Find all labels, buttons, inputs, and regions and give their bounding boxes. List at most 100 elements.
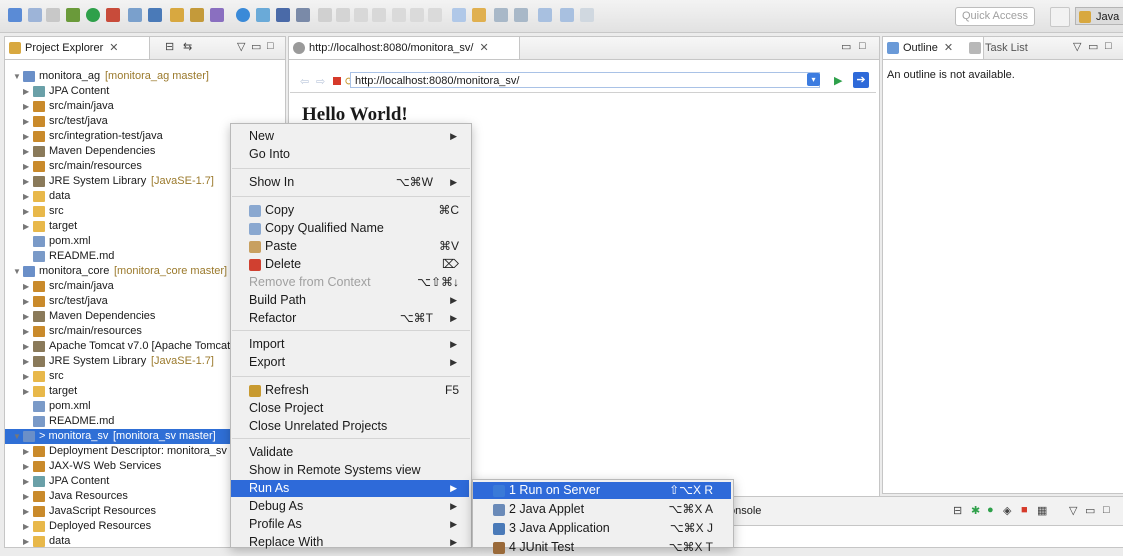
disconnect-icon[interactable] xyxy=(372,8,386,22)
expand-toggle-icon[interactable]: ▶ xyxy=(23,204,29,219)
terminate-icon[interactable] xyxy=(354,8,368,22)
menu-item-refactor[interactable]: Refactor ⌥⌘T ▶ xyxy=(231,310,469,327)
save-all-icon[interactable] xyxy=(46,8,60,22)
previous-annotation-icon[interactable] xyxy=(514,8,528,22)
pin-icon[interactable] xyxy=(296,8,310,22)
maximize-icon[interactable]: □ xyxy=(1105,40,1112,52)
minimize-icon[interactable]: ▭ xyxy=(251,40,261,53)
expand-toggle-icon[interactable]: ▶ xyxy=(23,219,29,234)
submenu-item-3-java-application[interactable]: 3 Java Application ⌥⌘X J xyxy=(473,520,731,537)
expand-toggle-icon[interactable]: ▼ xyxy=(13,69,21,84)
forward-icon[interactable]: ⇨ xyxy=(316,75,325,88)
url-input[interactable]: http://localhost:8080/monitora_sv/ xyxy=(350,72,820,88)
expand-toggle-icon[interactable]: ▶ xyxy=(23,114,29,129)
menu-item-build-path[interactable]: Build Path ▶ xyxy=(231,292,469,309)
next-annotation-icon[interactable] xyxy=(494,8,508,22)
profile-icon[interactable]: ◈ xyxy=(1003,504,1011,517)
expand-toggle-icon[interactable]: ▶ xyxy=(23,504,29,519)
maximize-icon[interactable]: □ xyxy=(1103,504,1110,516)
maximize-icon[interactable]: □ xyxy=(267,40,274,52)
expand-toggle-icon[interactable]: ▶ xyxy=(23,294,29,309)
expand-toggle-icon[interactable]: ▼ xyxy=(13,264,21,279)
expand-toggle-icon[interactable]: ▶ xyxy=(23,354,29,369)
menu-item-go-into[interactable]: Go Into xyxy=(231,146,469,163)
collapse-icon[interactable]: ⊟ xyxy=(953,504,962,517)
menu-item-close-project[interactable]: Close Project xyxy=(231,400,469,417)
annotation-icon[interactable] xyxy=(452,8,466,22)
search-icon[interactable] xyxy=(256,8,270,22)
menu-item-export[interactable]: Export ▶ xyxy=(231,354,469,371)
step-into-icon[interactable] xyxy=(392,8,406,22)
submenu-item-2-java-applet[interactable]: 2 Java Applet ⌥⌘X A xyxy=(473,501,731,518)
globe-icon[interactable] xyxy=(236,8,250,22)
console-icon[interactable] xyxy=(276,8,290,22)
view-menu-icon[interactable]: ▽ xyxy=(237,40,245,53)
expand-toggle-icon[interactable]: ▶ xyxy=(23,519,29,534)
expand-toggle-icon[interactable]: ▶ xyxy=(23,159,29,174)
tab-project-explorer[interactable]: Project Explorer ✕ xyxy=(5,37,150,59)
step-over-icon[interactable] xyxy=(410,8,424,22)
expand-toggle-icon[interactable]: ▶ xyxy=(23,129,29,144)
debug-icon[interactable] xyxy=(66,8,80,22)
close-icon[interactable]: ✕ xyxy=(479,42,488,54)
step-return-icon[interactable] xyxy=(428,8,442,22)
open-perspective-icon[interactable] xyxy=(1050,7,1070,27)
menu-item-run-as[interactable]: Run As ▶ xyxy=(231,480,469,497)
menu-item-show-in-remote-systems-view[interactable]: Show in Remote Systems view xyxy=(231,462,469,479)
menu-item-paste[interactable]: Paste ⌘V xyxy=(231,238,469,255)
maximize-icon[interactable]: □ xyxy=(859,40,866,52)
forward-icon[interactable] xyxy=(560,8,574,22)
menu-item-copy[interactable]: Copy ⌘C xyxy=(231,202,469,219)
menu-item-refresh[interactable]: Refresh F5 xyxy=(231,382,469,399)
expand-toggle-icon[interactable]: ▶ xyxy=(23,474,29,489)
tab-browser[interactable]: http://localhost:8080/monitora_sv/ ✕ xyxy=(289,37,520,59)
expand-toggle-icon[interactable]: ▶ xyxy=(23,99,29,114)
tab-task-list[interactable]: Task List xyxy=(965,37,1045,59)
open-external-icon[interactable]: ➔ xyxy=(853,72,869,88)
tree-item[interactable]: ▶ JPA Content xyxy=(5,84,280,99)
menu-item-close-unrelated-projects[interactable]: Close Unrelated Projects xyxy=(231,418,469,435)
expand-toggle-icon[interactable]: ▶ xyxy=(23,459,29,474)
submenu-item-4-junit-test[interactable]: 4 JUnit Test ⌥⌘X T xyxy=(473,539,731,556)
stop-icon[interactable] xyxy=(333,77,341,85)
perspective-javaee-button[interactable]: Java EE xyxy=(1075,7,1123,25)
expand-toggle-icon[interactable]: ▶ xyxy=(23,444,29,459)
menu-item-show-in[interactable]: Show In ⌥⌘W ▶ xyxy=(231,174,469,191)
url-dropdown-icon[interactable]: ▾ xyxy=(807,73,820,86)
stop-server-icon[interactable]: ■ xyxy=(1021,504,1028,516)
expand-toggle-icon[interactable]: ▶ xyxy=(23,489,29,504)
minimize-icon[interactable]: ▭ xyxy=(841,40,851,53)
expand-toggle-icon[interactable]: ▶ xyxy=(23,324,29,339)
save-icon[interactable] xyxy=(28,8,42,22)
close-icon[interactable]: ✕ xyxy=(944,42,953,54)
publish-icon[interactable]: ▦ xyxy=(1037,504,1047,517)
menu-item-replace-with[interactable]: Replace With ▶ xyxy=(231,534,469,551)
menu-item-new[interactable]: New ▶ xyxy=(231,128,469,145)
back-icon[interactable]: ⇦ xyxy=(300,75,309,88)
expand-toggle-icon[interactable]: ▶ xyxy=(23,189,29,204)
expand-toggle-icon[interactable]: ▶ xyxy=(23,174,29,189)
collapse-all-icon[interactable]: ⊟ xyxy=(165,40,174,53)
menu-item-profile-as[interactable]: Profile As ▶ xyxy=(231,516,469,533)
expand-toggle-icon[interactable]: ▶ xyxy=(23,384,29,399)
open-task-icon[interactable] xyxy=(190,8,204,22)
go-icon[interactable]: ▶ xyxy=(834,74,842,87)
expand-toggle-icon[interactable]: ▶ xyxy=(23,534,29,547)
menu-item-validate[interactable]: Validate xyxy=(231,444,469,461)
project-node[interactable]: ▼ monitora_ag [monitora_ag master] xyxy=(5,69,280,84)
view-menu-icon[interactable]: ▽ xyxy=(1073,40,1081,53)
run-icon[interactable] xyxy=(86,8,100,22)
expand-toggle-icon[interactable]: ▶ xyxy=(23,84,29,99)
menu-item-copy-qualified-name[interactable]: Copy Qualified Name xyxy=(231,220,469,237)
server-icon[interactable] xyxy=(148,8,162,22)
expand-toggle-icon[interactable]: ▶ xyxy=(23,279,29,294)
start-server-icon[interactable]: ● xyxy=(987,504,994,516)
back-icon[interactable] xyxy=(538,8,552,22)
suspend-icon[interactable] xyxy=(336,8,350,22)
new-server-icon[interactable] xyxy=(128,8,142,22)
view-menu-icon[interactable]: ▽ xyxy=(1069,504,1077,517)
expand-toggle-icon[interactable]: ▶ xyxy=(23,339,29,354)
resume-icon[interactable] xyxy=(318,8,332,22)
wand-icon[interactable] xyxy=(210,8,224,22)
minimize-icon[interactable]: ▭ xyxy=(1088,40,1098,53)
